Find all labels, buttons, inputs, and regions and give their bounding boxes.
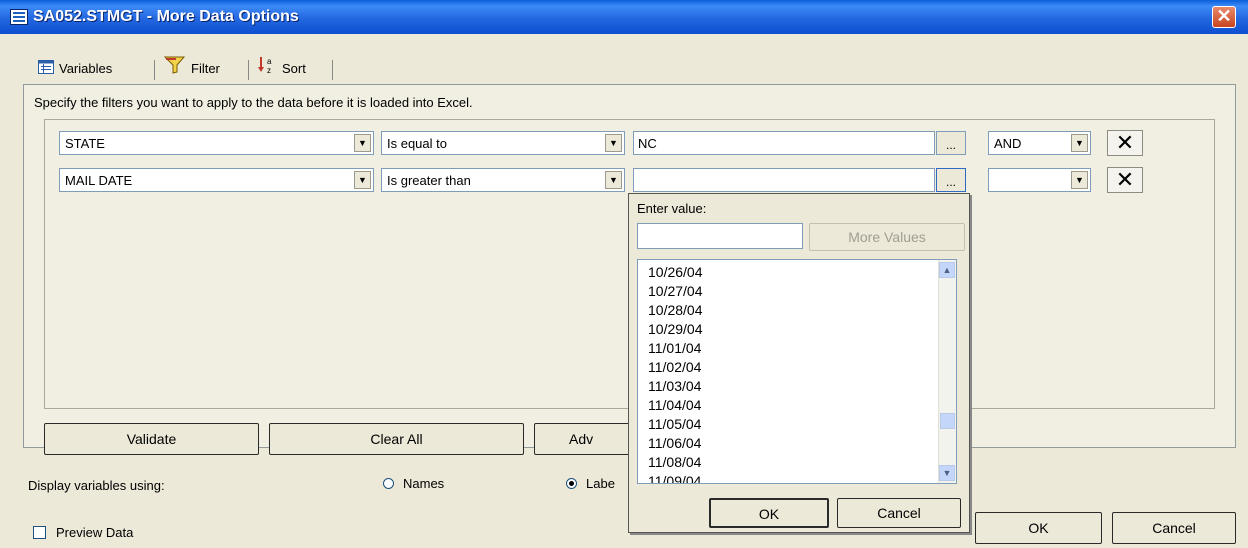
tab-sort-label: Sort [282,61,306,76]
list-item[interactable]: 11/08/04 [648,453,703,472]
chevron-down-icon[interactable]: ▼ [1071,134,1088,152]
labels-radio[interactable] [566,478,577,489]
popup-ok-button[interactable]: OK [709,498,829,528]
list-item[interactable]: 11/09/04 [648,472,703,483]
app-icon [10,9,28,25]
scroll-up-icon[interactable]: ▲ [939,262,955,278]
list-item[interactable]: 10/29/04 [648,320,703,339]
filter-operator-select[interactable]: Is greater than ▼ [381,168,625,192]
filter-instructions: Specify the filters you want to apply to… [34,95,473,110]
validate-button[interactable]: Validate [44,423,259,455]
tab-variables-label: Variables [59,61,113,76]
popup-cancel-button[interactable]: Cancel [837,498,961,528]
filter-value-browse-button[interactable]: ... [936,168,966,192]
close-button[interactable]: ✕ [1212,6,1236,28]
preview-data-label: Preview Data [56,525,134,540]
list-item[interactable]: 10/26/04 [648,263,703,282]
enter-value-label: Enter value: [637,201,707,216]
chevron-down-icon[interactable]: ▼ [1071,171,1088,189]
tab-filter[interactable]: Filter [163,56,220,84]
value-list[interactable]: 10/26/04 10/27/04 10/28/04 10/29/04 11/0… [637,259,957,484]
preview-data-option[interactable]: Preview Data [33,525,133,540]
names-radio[interactable] [383,478,394,489]
filter-connector-select[interactable]: AND ▼ [988,131,1091,155]
chevron-down-icon[interactable]: ▼ [605,171,622,189]
tab-separator [154,60,155,80]
filter-value-text: NC [638,136,657,151]
svg-text:a: a [267,57,272,66]
tab-sort[interactable]: az Sort [257,56,306,84]
filter-operator-select[interactable]: Is equal to ▼ [381,131,625,155]
more-values-button[interactable]: More Values [809,223,965,251]
names-radio-label: Names [403,476,445,491]
list-item[interactable]: 11/04/04 [648,396,703,415]
filter-connector-value: AND [994,136,1022,151]
display-variables-label: Display variables using: [28,478,165,493]
list-item[interactable]: 11/03/04 [648,377,703,396]
chevron-down-icon[interactable]: ▼ [354,134,371,152]
filter-variable-value: STATE [65,136,105,151]
labels-radio-option[interactable]: Labe [566,476,615,491]
clear-all-button[interactable]: Clear All [269,423,524,455]
filter-value-input[interactable]: NC [633,131,935,155]
cancel-button[interactable]: Cancel [1112,512,1236,544]
filter-variable-select[interactable]: STATE ▼ [59,131,374,155]
chevron-down-icon[interactable]: ▼ [354,171,371,189]
more-data-options-window: SA052.STMGT - More Data Options ✕ Variab… [0,0,1248,548]
tab-separator [332,60,333,80]
filter-operator-value: Is equal to [387,136,447,151]
list-item[interactable]: 10/28/04 [648,301,703,320]
names-radio-option[interactable]: Names [383,476,444,491]
labels-radio-label: Labe [586,476,615,491]
filter-value-input[interactable] [633,168,935,192]
list-item[interactable]: 11/01/04 [648,339,703,358]
list-item[interactable]: 10/27/04 [648,282,703,301]
sort-az-icon: az [257,56,277,83]
filter-operator-value: Is greater than [387,173,471,188]
list-item[interactable]: 11/06/04 [648,434,703,453]
filter-variable-select[interactable]: MAIL DATE ▼ [59,168,374,192]
funnel-icon [163,56,186,83]
title-bar[interactable]: SA052.STMGT - More Data Options ✕ [0,0,1248,34]
value-picker-popup: Enter value: More Values 10/26/04 10/27/… [628,193,970,533]
ok-button[interactable]: OK [975,512,1102,544]
scroll-down-icon[interactable]: ▼ [939,465,955,481]
chevron-down-icon[interactable]: ▼ [605,134,622,152]
filter-value-browse-button[interactable]: ... [936,131,966,155]
svg-text:z: z [267,66,271,74]
list-item[interactable]: 11/05/04 [648,415,703,434]
delete-filter-icon[interactable]: ✕ [1107,130,1143,156]
tab-variables[interactable]: Variables [38,56,112,84]
tab-filter-label: Filter [191,61,220,76]
filter-variable-value: MAIL DATE [65,173,133,188]
window-title: SA052.STMGT - More Data Options [33,8,299,25]
variables-list-icon [38,57,54,83]
scrollbar-thumb[interactable] [940,413,955,429]
tab-separator [248,60,249,80]
list-item[interactable]: 11/02/04 [648,358,703,377]
preview-data-checkbox[interactable] [33,526,46,539]
value-list-scrollbar[interactable]: ▲ ▼ [938,260,956,483]
value-list-items: 10/26/04 10/27/04 10/28/04 10/29/04 11/0… [648,263,703,483]
delete-filter-icon[interactable]: ✕ [1107,167,1143,193]
filter-connector-select[interactable]: ▼ [988,168,1091,192]
enter-value-input[interactable] [637,223,803,249]
